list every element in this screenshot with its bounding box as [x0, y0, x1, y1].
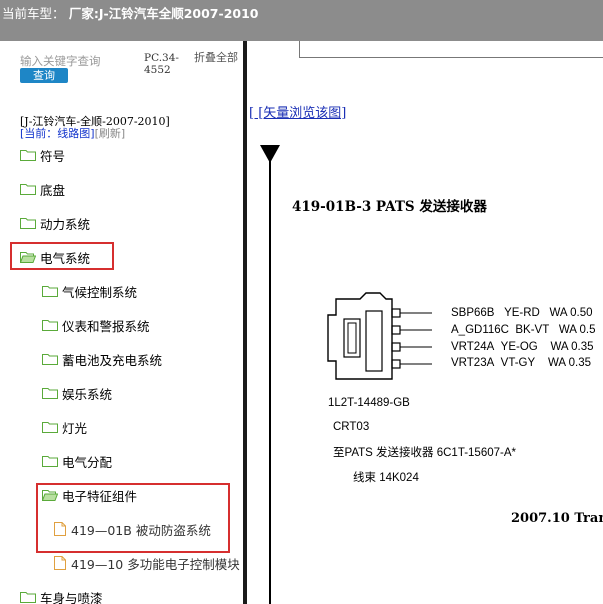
- tree-item-power-distribution[interactable]: 电气分配: [42, 451, 112, 471]
- vector-view-link[interactable]: [ [矢量浏览该图]: [249, 102, 346, 121]
- connector-part-number: 1L2T-14489-GB: [328, 397, 410, 409]
- wire-row: VRT24A YE-OG WA 0.35: [451, 341, 594, 353]
- revision-date: 2007.10 Transi: [511, 511, 603, 526]
- tree-item-label: 气候控制系统: [62, 284, 138, 300]
- tree-item-label: 仪表和警报系统: [62, 318, 150, 334]
- window-title: 当前车型： 厂家:J-江铃汽车全顺2007-2010: [2, 6, 259, 21]
- diagram-viewer: [ [矢量浏览该图] 419-01B-3 PATS 发送接收器 SBP66B Y…: [247, 41, 603, 604]
- current-view-label[interactable]: [当前：线路图]: [20, 127, 95, 140]
- tree-item-gem[interactable]: 419—10 多功能电子控制模块: [54, 553, 240, 573]
- tree-item-body-paint[interactable]: 车身与喷漆: [20, 587, 103, 604]
- diagram-title: 419-01B-3 PATS 发送接收器: [292, 199, 487, 215]
- highlight-box-electronic-features: [36, 483, 230, 553]
- tree-item-label: 符号: [40, 148, 66, 164]
- wire-row: VRT23A VT-GY WA 0.35: [451, 357, 591, 369]
- tree-item-label: 车身与喷漆: [40, 590, 103, 604]
- folder-icon: [42, 455, 58, 467]
- tree-item-battery[interactable]: 蓄电池及充电系统: [42, 349, 162, 369]
- tree-item-climate[interactable]: 气候控制系统: [42, 281, 137, 301]
- tree-item-label: 娱乐系统: [62, 386, 113, 402]
- tree-item-symbols[interactable]: 符号: [20, 145, 65, 165]
- folder-icon: [42, 353, 58, 365]
- tree-item-label: 蓄电池及充电系统: [62, 352, 163, 368]
- tree-item-label: 底盘: [40, 182, 66, 198]
- wire-row: A_GD116C BK-VT WA 0.5: [451, 324, 596, 336]
- tree-item-label: 419—10 多功能电子控制模块: [71, 556, 240, 572]
- folder-icon: [20, 591, 36, 603]
- folder-icon: [42, 285, 58, 297]
- current-view: [当前：线路图][刷新]: [20, 125, 125, 141]
- highlight-box-electrical: [10, 242, 114, 270]
- tree-item-label: 动力系统: [40, 216, 91, 232]
- window-title-bar: 当前车型： 厂家:J-江铃汽车全顺2007-2010: [0, 0, 603, 41]
- tree-item-instruments[interactable]: 仪表和警报系统: [42, 315, 150, 335]
- connector-id: CRT03: [333, 421, 370, 433]
- tree-item-label: 电气分配: [62, 454, 113, 470]
- folder-icon: [20, 183, 36, 195]
- tree-item-label: 灯光: [62, 420, 88, 436]
- folder-icon: [42, 421, 58, 433]
- collapse-all-link[interactable]: 折叠全部: [194, 52, 238, 64]
- search-button[interactable]: 查询: [20, 68, 68, 83]
- pc-code: PC.34-4552: [144, 52, 179, 76]
- folder-icon: [42, 319, 58, 331]
- refresh-link[interactable]: [刷新]: [95, 127, 126, 140]
- sidebar: 查询 PC.34-4552 折叠全部 [J-江铃汽车-全顺-2007-2010]…: [0, 41, 243, 604]
- connector-destination: 至PATS 发送接收器 6C1T-15607-A*: [333, 447, 516, 459]
- diagram-frame-edge: [299, 41, 603, 58]
- document-icon: [54, 556, 66, 570]
- tree-item-powertrain[interactable]: 动力系统: [20, 213, 90, 233]
- folder-icon: [20, 149, 36, 161]
- tree-item-lighting[interactable]: 灯光: [42, 417, 87, 437]
- wire-row: SBP66B YE-RD WA 0.50: [451, 307, 593, 319]
- search-input[interactable]: [20, 53, 136, 69]
- connector-drawing: [327, 292, 432, 380]
- folder-icon: [42, 387, 58, 399]
- harness-label: 线束 14K024: [353, 472, 419, 484]
- tree-item-entertainment[interactable]: 娱乐系统: [42, 383, 112, 403]
- folder-icon: [20, 217, 36, 229]
- tree-item-chassis[interactable]: 底盘: [20, 179, 65, 199]
- margin-line: [269, 151, 271, 604]
